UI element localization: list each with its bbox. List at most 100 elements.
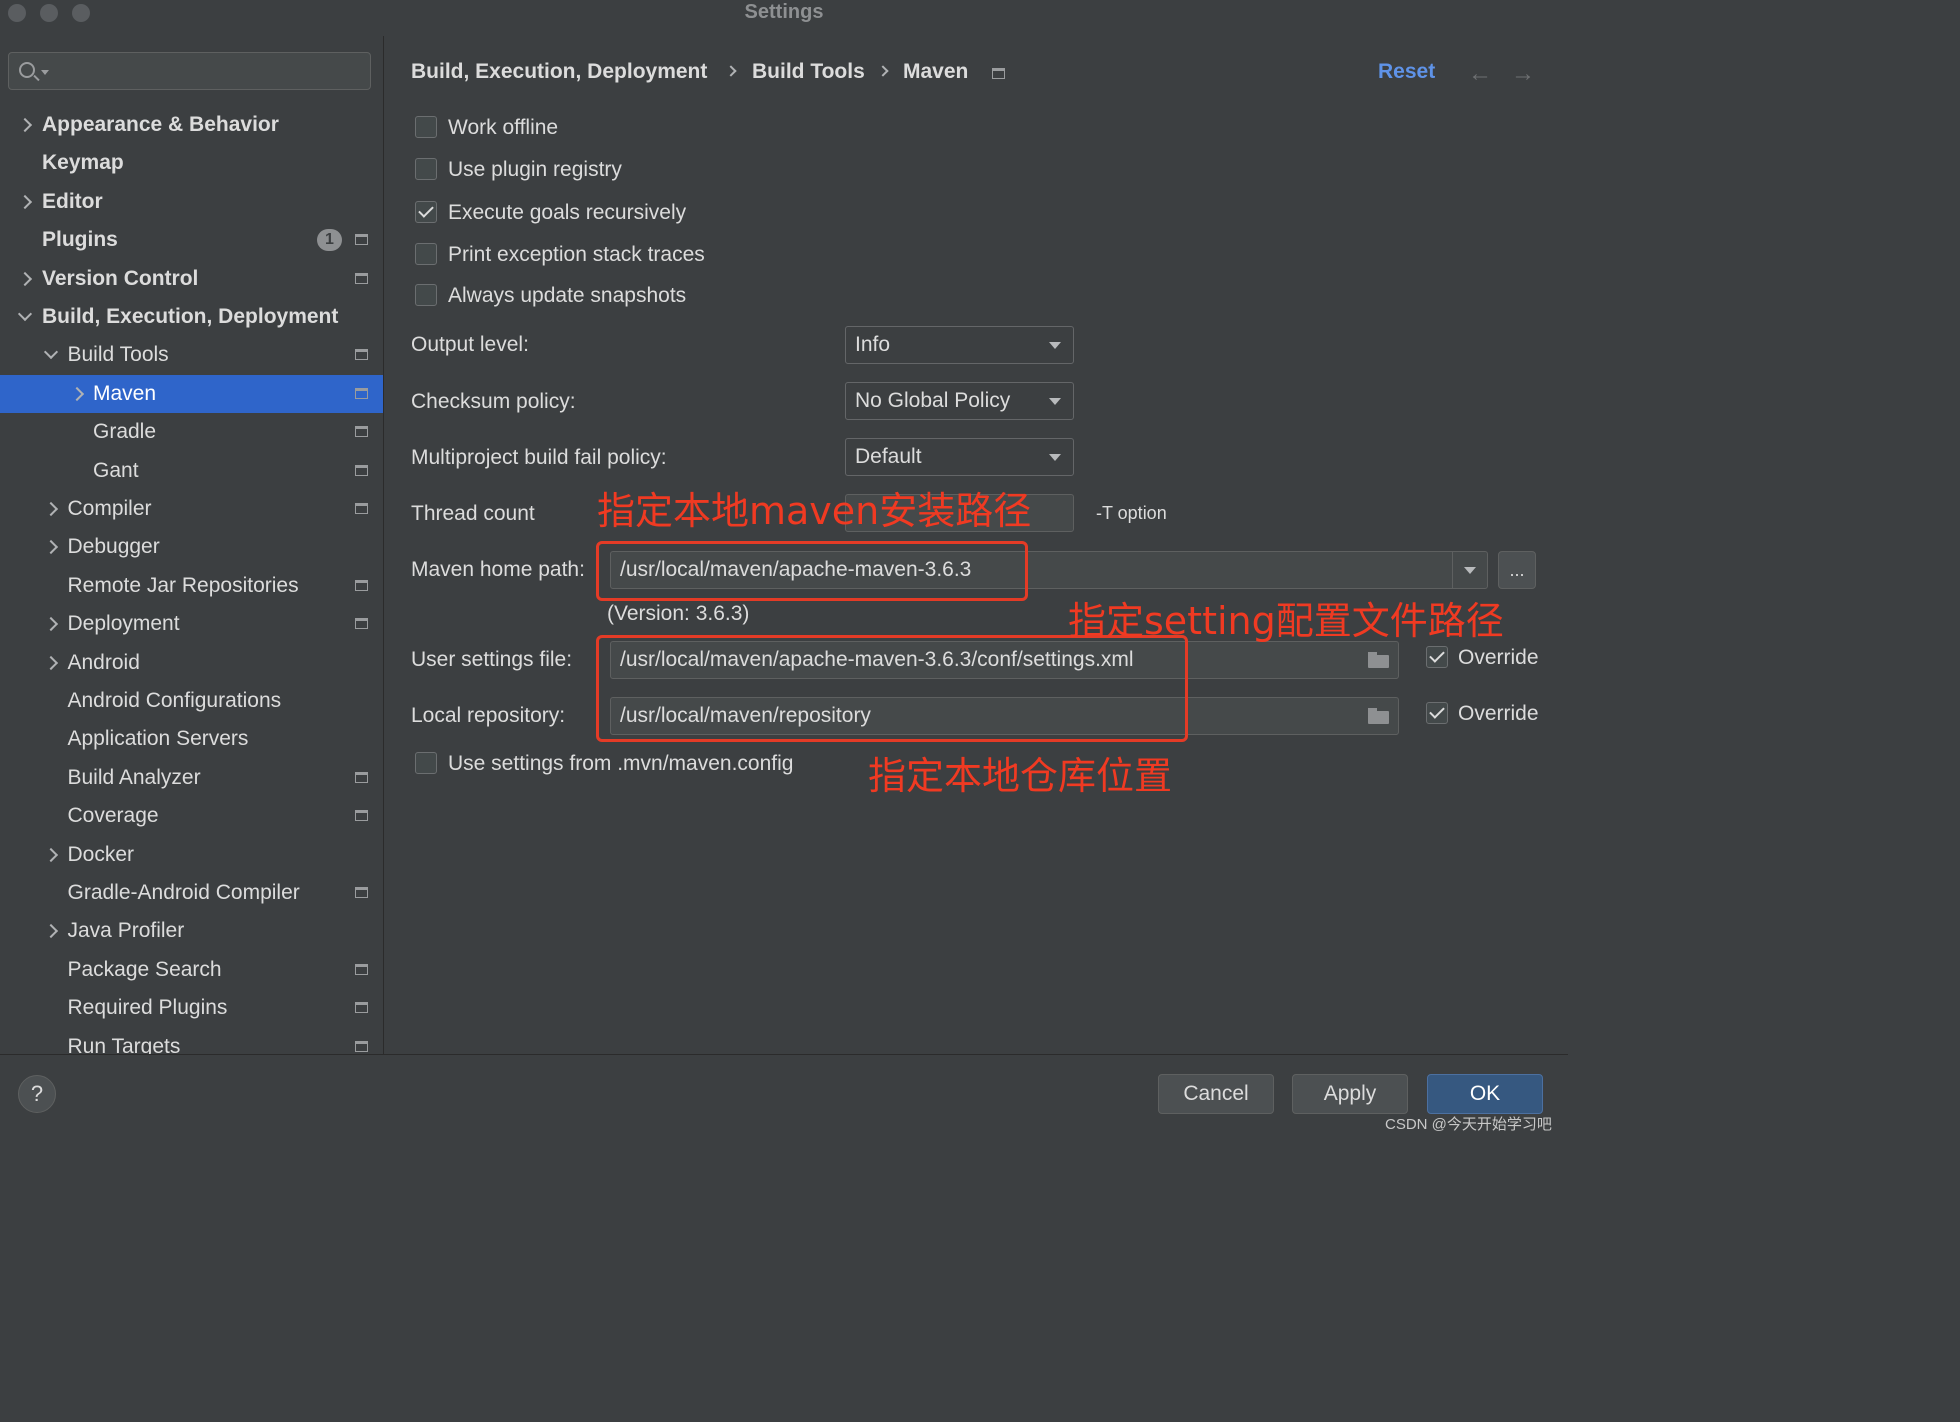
sidebar-item[interactable]: Maven (0, 374, 383, 413)
sidebar-item-label: Gant (93, 458, 139, 482)
checkbox-box[interactable] (415, 158, 437, 180)
sidebar-item[interactable]: Required Plugins (0, 989, 383, 1027)
sidebar-item[interactable]: Plugins 1 (0, 221, 383, 259)
sidebar-item-label: Android Configurations (67, 689, 282, 712)
checksum-policy-value: No Global Policy (855, 389, 1011, 412)
sidebar-item[interactable]: Android (0, 644, 383, 682)
sidebar-item[interactable]: Compiler (0, 490, 383, 528)
chevron-right-icon[interactable] (44, 528, 58, 566)
sidebar-item[interactable]: Editor (0, 183, 383, 221)
user-settings-label: User settings file: (411, 648, 573, 671)
chevron-right-icon[interactable] (70, 375, 84, 413)
search-options-chevron-icon[interactable] (41, 70, 49, 75)
sidebar-item-label: Build Tools (67, 343, 169, 367)
dropdown-caret-icon (1049, 398, 1061, 405)
project-level-icon (355, 1040, 368, 1052)
apply-button[interactable]: Apply (1292, 1074, 1408, 1114)
output-level-value: Info (855, 333, 891, 356)
override-label: Override (1458, 702, 1539, 725)
checkbox-box[interactable] (415, 116, 437, 138)
back-arrow-icon[interactable]: ← (1468, 60, 1492, 88)
multiproject-policy-select[interactable]: Default (845, 438, 1074, 476)
sidebar-item[interactable]: Appearance & Behavior (0, 106, 383, 144)
sidebar-item[interactable]: Gant (0, 452, 383, 490)
project-level-icon (992, 68, 1005, 79)
checkbox-label: Print exception stack traces (448, 243, 705, 266)
sidebar-item[interactable]: Package Search (0, 951, 383, 989)
project-level-icon (355, 234, 368, 246)
checksum-policy-select[interactable]: No Global Policy (845, 382, 1074, 420)
sidebar-item[interactable]: Android Configurations (0, 682, 383, 720)
sidebar-item[interactable]: Coverage (0, 797, 383, 835)
chevron-down-icon[interactable] (18, 298, 32, 336)
sidebar-item-label: Package Search (67, 957, 222, 981)
minimize-window-icon[interactable] (40, 4, 58, 22)
local-repository-label: Local repository: (411, 704, 566, 727)
maven-home-dropdown-button[interactable] (1452, 552, 1487, 588)
sidebar-item-label: Coverage (67, 804, 159, 828)
sidebar-item-label: Maven (93, 381, 157, 405)
annotation-box-settings-repo (596, 635, 1188, 742)
zoom-window-icon[interactable] (72, 4, 90, 22)
chevron-right-icon[interactable] (18, 106, 32, 144)
browse-maven-home-button[interactable]: ... (1498, 551, 1536, 589)
breadcrumb-item[interactable]: Build Tools (752, 60, 865, 84)
sidebar-item[interactable]: Version Control (0, 260, 383, 298)
dropdown-caret-icon (1049, 454, 1061, 461)
sidebar-item-label: Version Control (42, 266, 199, 290)
ok-button[interactable]: OK (1427, 1074, 1543, 1114)
folder-icon[interactable] (1368, 708, 1390, 724)
sidebar-item-label: Build, Execution, Deployment (42, 305, 339, 328)
thread-count-label: Thread count (411, 502, 535, 525)
sidebar-item[interactable]: Application Servers (0, 720, 383, 758)
sidebar-item[interactable]: Build Analyzer (0, 759, 383, 797)
checkbox-box[interactable] (415, 284, 437, 306)
chevron-down-icon[interactable] (44, 336, 58, 374)
chevron-right-icon[interactable] (44, 490, 58, 528)
forward-arrow-icon[interactable]: → (1511, 60, 1535, 88)
checksum-policy-label: Checksum policy: (411, 390, 576, 413)
sidebar-item[interactable]: Run Targets (0, 1028, 383, 1054)
chevron-right-icon[interactable] (18, 183, 32, 221)
sidebar-item[interactable]: Debugger (0, 528, 383, 566)
cancel-button[interactable]: Cancel (1158, 1074, 1274, 1114)
close-window-icon[interactable] (8, 4, 26, 22)
chevron-right-icon[interactable] (44, 836, 58, 874)
sidebar-item-label: Application Servers (67, 727, 249, 751)
watermark-text: CSDN @今天开始学习吧 (1385, 1116, 1552, 1133)
sidebar-item-label: Gradle (93, 420, 157, 444)
chevron-right-icon[interactable] (44, 644, 58, 682)
sidebar-item[interactable]: Keymap (0, 144, 383, 182)
search-input[interactable] (8, 52, 371, 90)
sidebar-item[interactable]: Remote Jar Repositories (0, 567, 383, 605)
checkbox-box[interactable] (415, 752, 437, 774)
maven-settings-panel: Build, Execution, Deployment Build Tools… (385, 36, 1568, 1054)
checkbox-box[interactable] (1426, 702, 1448, 724)
checkbox-box[interactable] (1426, 646, 1448, 668)
chevron-right-icon[interactable] (44, 605, 58, 643)
chevron-right-icon[interactable] (44, 912, 58, 950)
help-button[interactable]: ? (18, 1075, 56, 1113)
checkbox-box[interactable] (415, 243, 437, 265)
breadcrumb-item[interactable]: Build, Execution, Deployment (411, 60, 707, 84)
sidebar-item[interactable]: Gradle (0, 413, 383, 451)
checkbox-box[interactable] (415, 201, 437, 223)
reset-button[interactable]: Reset (1378, 60, 1435, 84)
output-level-select[interactable]: Info (845, 326, 1074, 364)
sidebar-item-label: Plugins (42, 228, 118, 252)
sidebar-item[interactable]: Build, Execution, Deployment (0, 298, 383, 336)
project-level-icon (355, 771, 368, 783)
sidebar-item[interactable]: Gradle-Android Compiler (0, 874, 383, 912)
folder-icon[interactable] (1368, 652, 1390, 668)
mvn-config-label: Use settings from .mvn/maven.config (448, 752, 794, 775)
sidebar-item-label: Run Targets (67, 1034, 181, 1054)
chevron-right-icon[interactable] (18, 260, 32, 298)
project-level-icon (355, 618, 368, 630)
annotation-settings: 指定setting配置文件路径 (1068, 599, 1504, 643)
checkbox-label: Work offline (448, 116, 559, 139)
thread-count-suffix: -T option (1096, 503, 1167, 523)
sidebar-item[interactable]: Java Profiler (0, 912, 383, 950)
sidebar-item[interactable]: Deployment (0, 605, 383, 643)
sidebar-item[interactable]: Docker (0, 836, 383, 874)
sidebar-item[interactable]: Build Tools (0, 336, 383, 374)
